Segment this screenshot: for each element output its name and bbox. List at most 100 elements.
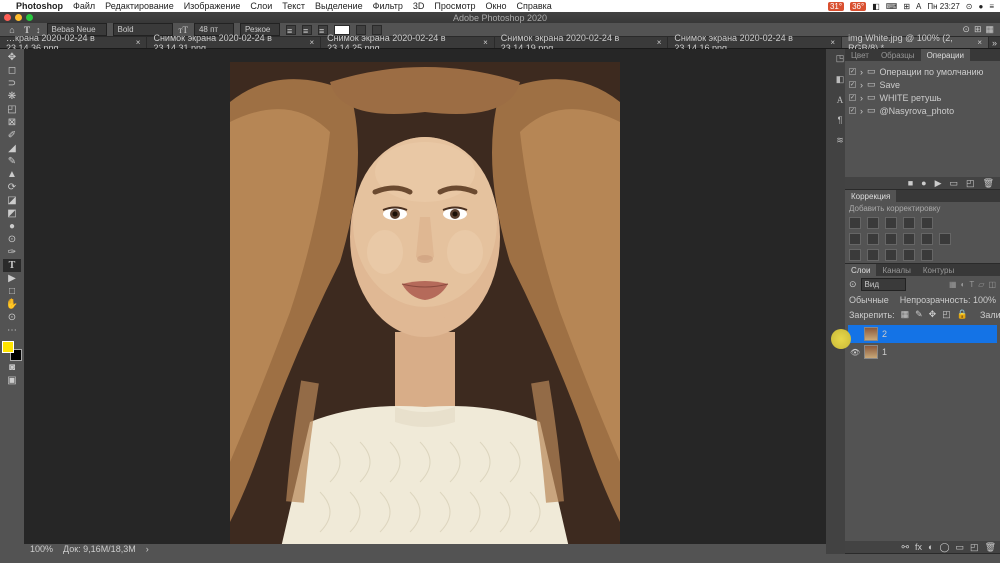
- brush-tool[interactable]: ✎: [3, 155, 21, 168]
- close-tab-icon[interactable]: ×: [483, 38, 488, 47]
- weather-1[interactable]: 31°: [828, 2, 844, 11]
- lock-position-icon[interactable]: ✥: [929, 309, 937, 320]
- levels-adj-icon[interactable]: [867, 217, 879, 229]
- spotlight-icon[interactable]: ⊙: [966, 2, 973, 11]
- document-tab[interactable]: Снимок экрана 2020-02-24 в 23.14.16.png×: [668, 37, 842, 48]
- menu-layers[interactable]: Слои: [250, 1, 272, 11]
- layer-thumbnail[interactable]: [864, 345, 878, 359]
- chevron-right-icon[interactable]: ›: [860, 80, 863, 90]
- document-tab-active[interactable]: img White.jpg @ 100% (2, RGB/8) *×: [842, 37, 989, 48]
- layer-mask-icon[interactable]: ◐: [928, 542, 933, 552]
- action-item[interactable]: ✓›▭WHITE ретушь: [849, 91, 996, 104]
- menu-text[interactable]: Текст: [282, 1, 305, 11]
- weather-2[interactable]: 36°: [850, 2, 866, 11]
- menubar-icon[interactable]: ◧: [872, 2, 880, 11]
- close-tab-icon[interactable]: ×: [136, 38, 141, 47]
- paths-tab[interactable]: Контуры: [917, 264, 960, 276]
- invert-adj-icon[interactable]: [849, 249, 861, 261]
- vibrance-adj-icon[interactable]: [921, 217, 933, 229]
- shape-tool[interactable]: □: [3, 285, 21, 298]
- layer-row[interactable]: 👁 1: [848, 343, 997, 361]
- menu-edit[interactable]: Редактирование: [105, 1, 174, 11]
- document-tab[interactable]: Снимок экрана 2020-02-24 в 23.14.25.png×: [321, 37, 495, 48]
- gradientmap-adj-icon[interactable]: [903, 249, 915, 261]
- document-canvas[interactable]: [230, 62, 620, 552]
- close-tab-icon[interactable]: ×: [830, 38, 835, 47]
- lock-artboard-icon[interactable]: ◰: [942, 309, 951, 320]
- quick-select-tool[interactable]: ❋: [3, 90, 21, 103]
- dodge-tool[interactable]: ⊙: [3, 233, 21, 246]
- tab-overflow-icon[interactable]: »: [989, 37, 1000, 48]
- lock-all-icon[interactable]: 🔒: [957, 309, 968, 320]
- delete-icon[interactable]: 🗑: [983, 178, 994, 189]
- exposure-adj-icon[interactable]: [903, 217, 915, 229]
- edit-toolbar[interactable]: ⋯: [3, 324, 21, 337]
- path-select-tool[interactable]: ▶: [3, 272, 21, 285]
- frame-tool[interactable]: ⊠: [3, 116, 21, 129]
- layer-name[interactable]: 2: [882, 329, 887, 339]
- action-item[interactable]: ✓›▭@Nasyrova_photo: [849, 104, 996, 117]
- swatches-tab[interactable]: Образцы: [875, 49, 921, 61]
- new-action-icon[interactable]: ◰: [966, 178, 975, 189]
- channels-tab[interactable]: Каналы: [876, 264, 916, 276]
- selectivecolor-adj-icon[interactable]: [921, 249, 933, 261]
- brightness-adj-icon[interactable]: [849, 217, 861, 229]
- window-minimize-button[interactable]: [15, 14, 22, 21]
- close-tab-icon[interactable]: ×: [309, 38, 314, 47]
- record-icon[interactable]: ●: [921, 178, 926, 188]
- check-icon[interactable]: ✓: [849, 94, 856, 101]
- window-close-button[interactable]: [4, 14, 11, 21]
- crop-tool[interactable]: ◰: [3, 103, 21, 116]
- document-tab[interactable]: Снимок экрана 2020-02-24 в 23.14.19.png×: [495, 37, 669, 48]
- canvas-area[interactable]: 100% Док: 9,16M/18,3M ›: [24, 49, 826, 554]
- menu-image[interactable]: Изображение: [184, 1, 241, 11]
- menu-select[interactable]: Выделение: [315, 1, 363, 11]
- color-swatches[interactable]: [2, 341, 22, 361]
- vertical-scrollbar[interactable]: [826, 49, 835, 554]
- filter-image-icon[interactable]: ▦: [949, 280, 957, 289]
- menubar-icon[interactable]: A: [916, 2, 921, 11]
- filter-shape-icon[interactable]: ▱: [978, 280, 984, 289]
- opacity-value[interactable]: 100%: [973, 295, 996, 305]
- close-tab-icon[interactable]: ×: [657, 38, 662, 47]
- layers-tab[interactable]: Слои: [845, 264, 876, 276]
- link-layers-icon[interactable]: ⚯: [901, 542, 909, 553]
- menubar-icon[interactable]: ⌨: [886, 2, 898, 11]
- layer-fx-icon[interactable]: fx: [915, 542, 922, 552]
- actions-tab[interactable]: Операции: [921, 49, 970, 61]
- layer-thumbnail[interactable]: [864, 327, 878, 341]
- menu-3d[interactable]: 3D: [413, 1, 425, 11]
- eraser-tool[interactable]: ◪: [3, 194, 21, 207]
- visibility-toggle[interactable]: 👁: [850, 348, 860, 357]
- new-group-icon[interactable]: ▭: [956, 542, 965, 553]
- foreground-color[interactable]: [2, 341, 14, 353]
- threshold-adj-icon[interactable]: [885, 249, 897, 261]
- color-tab[interactable]: Цвет: [845, 49, 875, 61]
- app-name[interactable]: Photoshop: [16, 1, 63, 11]
- eyedropper-tool[interactable]: ✐: [3, 129, 21, 142]
- chevron-right-icon[interactable]: ›: [860, 67, 863, 77]
- play-icon[interactable]: ▶: [935, 178, 942, 189]
- screen-mode-tool[interactable]: ▣: [3, 374, 21, 387]
- check-icon[interactable]: ✓: [849, 107, 856, 114]
- lookup-adj-icon[interactable]: [939, 233, 951, 245]
- blend-mode-select[interactable]: Обычные: [849, 295, 889, 305]
- chevron-right-icon[interactable]: ›: [860, 93, 863, 103]
- share-icon[interactable]: ⊞: [974, 24, 982, 35]
- filter-adj-icon[interactable]: ◐: [961, 280, 966, 289]
- new-folder-icon[interactable]: ▭: [950, 178, 959, 189]
- lasso-tool[interactable]: ⊃: [3, 77, 21, 90]
- paragraph-panel-icon[interactable]: ¶: [838, 115, 843, 125]
- layer-filter-select[interactable]: [861, 278, 906, 291]
- pen-tool[interactable]: ✑: [3, 246, 21, 259]
- document-tab[interactable]: Снимок экрана 2020-02-24 в 23.14.31.png×: [147, 37, 321, 48]
- filter-text-icon[interactable]: T: [969, 280, 974, 289]
- hue-adj-icon[interactable]: [849, 233, 861, 245]
- channelmixer-adj-icon[interactable]: [921, 233, 933, 245]
- menu-window[interactable]: Окно: [486, 1, 507, 11]
- close-tab-icon[interactable]: ×: [977, 38, 982, 47]
- glyphs-panel-icon[interactable]: ≋: [836, 135, 844, 146]
- check-icon[interactable]: ✓: [849, 81, 856, 88]
- menu-file[interactable]: Файл: [73, 1, 95, 11]
- history-panel-icon[interactable]: ◳: [836, 53, 845, 64]
